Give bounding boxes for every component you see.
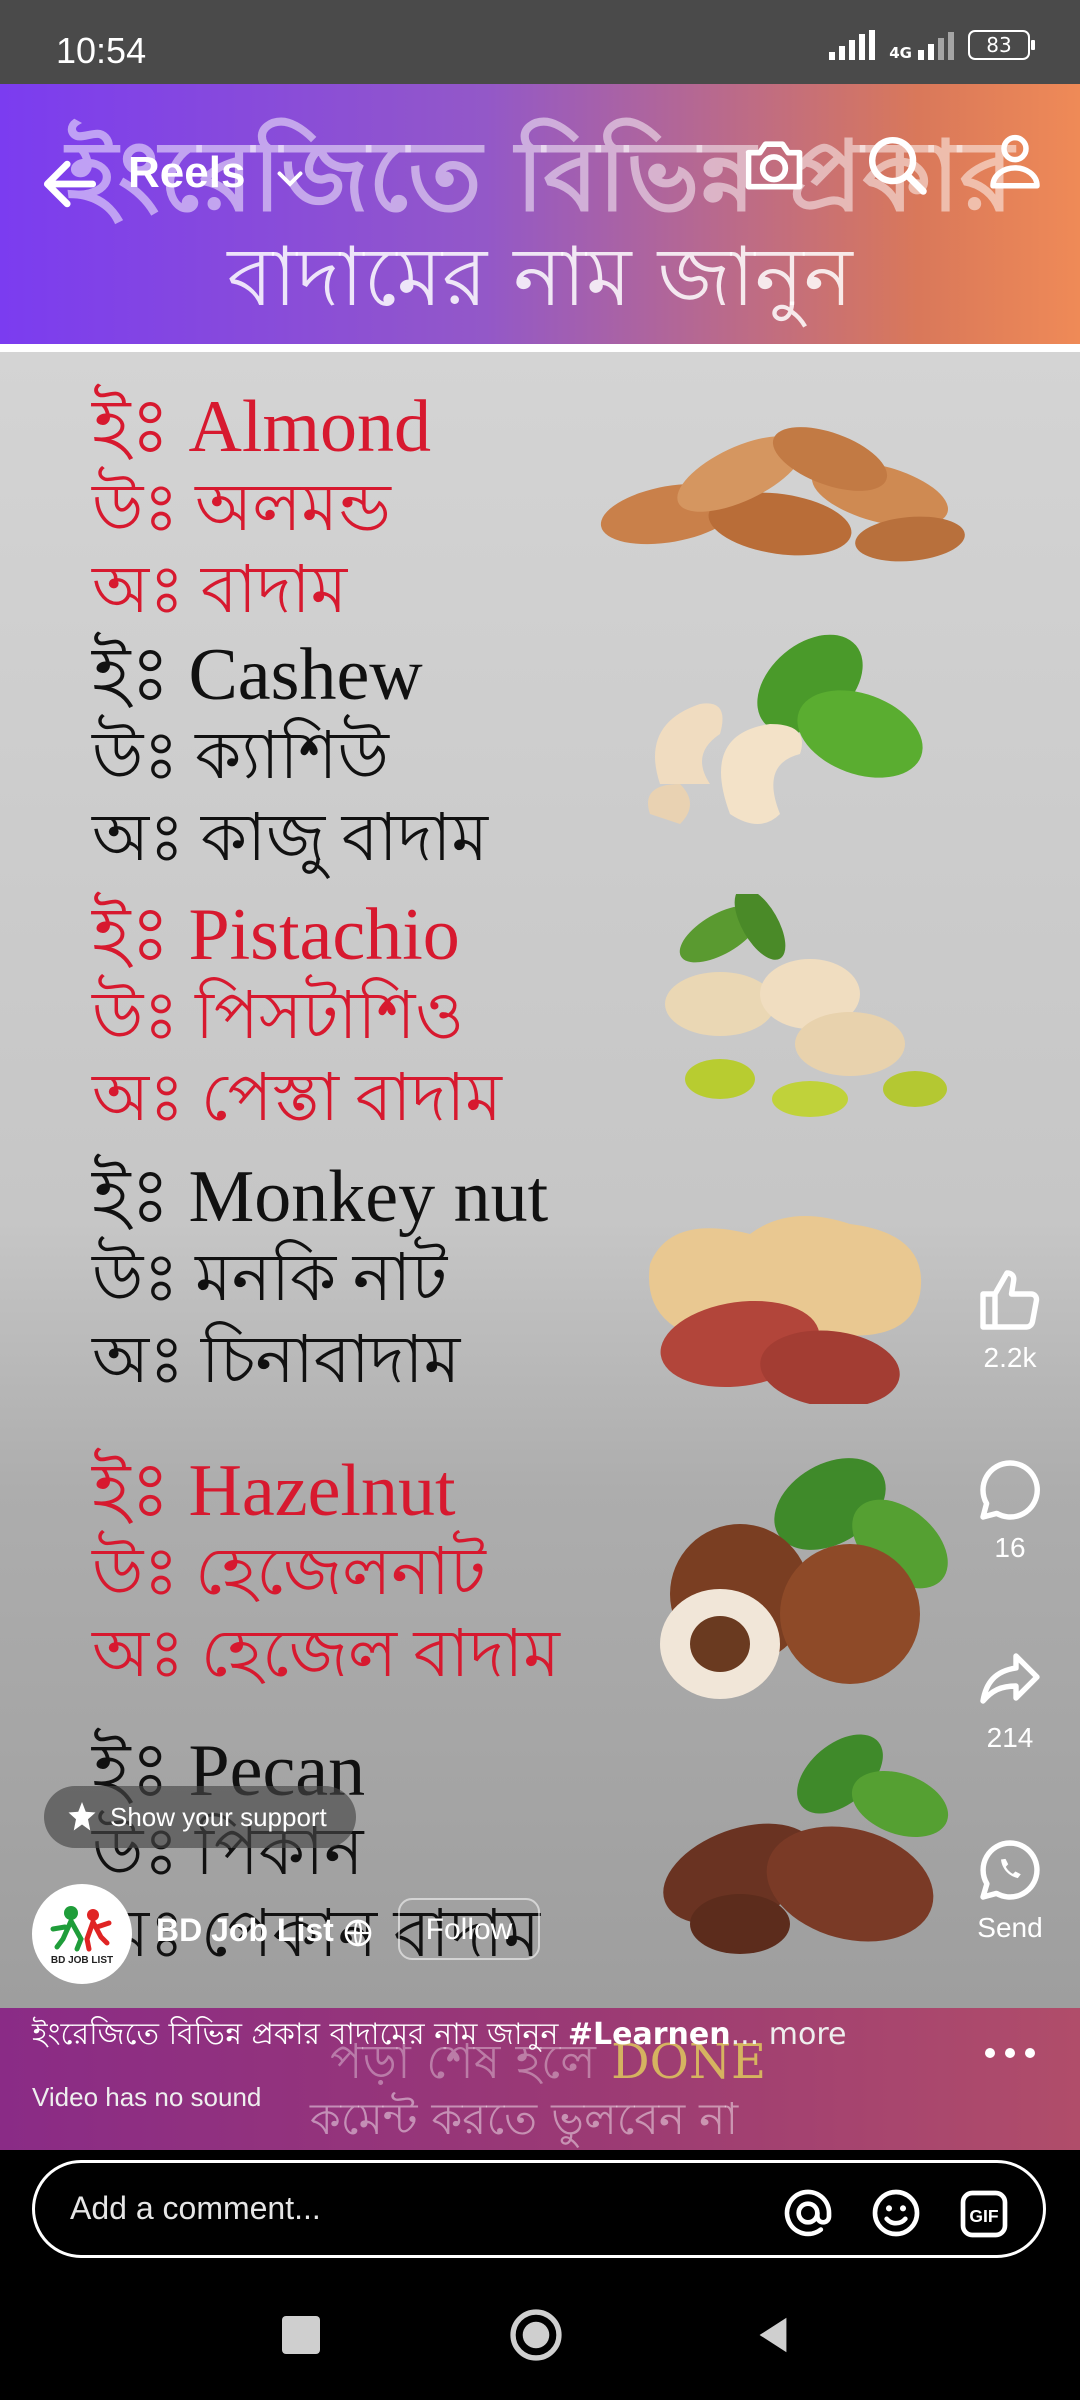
- comment-count: 16: [994, 1532, 1026, 1563]
- show-support-button[interactable]: Show your support: [44, 1786, 356, 1848]
- globe-icon: [344, 1919, 372, 1947]
- share-count: 214: [986, 1722, 1034, 1753]
- network-type: 4G: [889, 44, 912, 62]
- reels-title[interactable]: Reels: [128, 148, 245, 198]
- follow-button[interactable]: Follow: [398, 1898, 540, 1960]
- arrow-left-icon[interactable]: [36, 150, 104, 218]
- signal-icon: [829, 30, 876, 60]
- nut-entry-monkey-nut: ইঃ Monkey nut উঃ মনকি নাট অঃ চিনাবাদাম: [92, 1156, 548, 1402]
- nut-meaning: অঃ হেজেল বাদাম: [92, 1618, 560, 1691]
- send-whatsapp-button[interactable]: Send: [960, 1834, 1060, 1944]
- home-button[interactable]: [507, 2306, 565, 2364]
- comment-icon: [980, 1460, 1040, 1520]
- channel-logo: BD JOB LIST: [35, 1887, 129, 1981]
- nut-pronunciation: উঃ অলমন্ড: [92, 472, 391, 545]
- share-button[interactable]: 214: [960, 1644, 1060, 1754]
- support-label: Show your support: [110, 1801, 327, 1832]
- signal-icon-2: [918, 30, 954, 60]
- channel-avatar[interactable]: BD JOB LIST: [32, 1884, 132, 1984]
- nut-english: ইঃ Pistachio: [92, 894, 460, 976]
- thumbs-up-icon: [980, 1270, 1040, 1330]
- caption-body: ইংরেজিতে বিভিন্ন প্রকার বাদামের নাম জানু…: [32, 2017, 568, 2052]
- like-count: 2.2k: [983, 1342, 1037, 1373]
- nut-pronunciation: উঃ পিসটাশিও: [92, 980, 464, 1053]
- chevron-down-icon[interactable]: [272, 160, 308, 196]
- comment-button[interactable]: 16: [960, 1454, 1060, 1564]
- whatsapp-icon: [980, 1840, 1040, 1900]
- peanut-image: [649, 1216, 922, 1404]
- gif-icon[interactable]: GIF: [956, 2186, 1012, 2242]
- pecan-image: [663, 1734, 949, 1954]
- status-time: 10:54: [56, 30, 147, 71]
- cashew-image: [648, 634, 923, 824]
- emoji-icon[interactable]: [868, 2185, 924, 2241]
- status-icons: 4G 83: [829, 30, 1035, 62]
- avatar-text: BD JOB LIST: [51, 1955, 113, 1966]
- recents-button[interactable]: [282, 2316, 320, 2354]
- nut-meaning: অঃ বাদাম: [92, 554, 348, 627]
- video-banner: ইংরেজিতে বিভিন্ন প্রকার বাদামের নাম জানু…: [0, 84, 1080, 344]
- status-bar: 10:54 4G 83: [0, 0, 1080, 84]
- caption-hashtag[interactable]: #Learnen: [568, 2017, 731, 2052]
- nut-entry-pistachio: ইঃ Pistachio উঃ পিসটাশিও অঃ পেস্তা বাদাম: [92, 894, 502, 1140]
- almond-image: [600, 427, 965, 562]
- nut-entry-cashew: ইঃ Cashew উঃ ক্যাশিউ অঃ কাজু বাদাম: [92, 634, 488, 880]
- search-icon[interactable]: [862, 130, 932, 200]
- caption-more-link[interactable]: ... more: [731, 2017, 847, 2052]
- more-options-icon[interactable]: [980, 2038, 1040, 2068]
- nut-pronunciation: উঃ মনকি নাট: [92, 1242, 448, 1315]
- nut-pronunciation: উঃ ক্যাশিউ: [92, 720, 389, 793]
- nut-english: ইঃ Cashew: [92, 634, 423, 716]
- video-overlay-line-2: কমেন্ট করতে ভুলবেন না: [310, 2094, 739, 2145]
- nut-english: ইঃ Almond: [92, 386, 432, 468]
- mention-icon[interactable]: [780, 2185, 836, 2241]
- nut-meaning: অঃ পেস্তা বাদাম: [92, 1062, 502, 1135]
- hazelnut-image: [660, 1458, 948, 1699]
- nut-english: ইঃ Hazelnut: [92, 1450, 456, 1532]
- nut-meaning: অঃ কাজু বাদাম: [92, 802, 489, 875]
- back-button[interactable]: [750, 2312, 796, 2358]
- like-button[interactable]: 2.2k: [960, 1264, 1060, 1374]
- nut-pronunciation: উঃ হেজেলনাট: [92, 1536, 486, 1609]
- profile-icon[interactable]: [982, 128, 1048, 194]
- send-label: Send: [977, 1912, 1043, 1943]
- comment-placeholder: Add a comment...: [70, 2190, 321, 2226]
- no-sound-label: Video has no sound: [32, 2082, 262, 2112]
- pistachio-image: [665, 894, 947, 1117]
- channel-name[interactable]: BD Job List: [156, 1912, 334, 1949]
- share-icon: [980, 1653, 1040, 1704]
- banner-divider: [0, 344, 1080, 352]
- nut-english: ইঃ Monkey nut: [92, 1156, 549, 1238]
- svg-text:GIF: GIF: [969, 2206, 998, 2226]
- battery-icon: 83: [968, 30, 1035, 60]
- nut-entry-almond: ইঃ Almond উঃ অলমন্ড অঃ বাদাম: [92, 386, 431, 632]
- nut-entry-hazelnut: ইঃ Hazelnut উঃ হেজেলনাট অঃ হেজেল বাদাম: [92, 1450, 560, 1696]
- nut-meaning: অঃ চিনাবাদাম: [92, 1324, 461, 1397]
- caption[interactable]: ইংরেজিতে বিভিন্ন প্রকার বাদামের নাম জানু…: [32, 2010, 846, 2061]
- camera-icon[interactable]: [740, 130, 808, 198]
- support-star-icon: [68, 1802, 96, 1831]
- banner-line-2: বাদামের নাম জানুন: [227, 230, 853, 325]
